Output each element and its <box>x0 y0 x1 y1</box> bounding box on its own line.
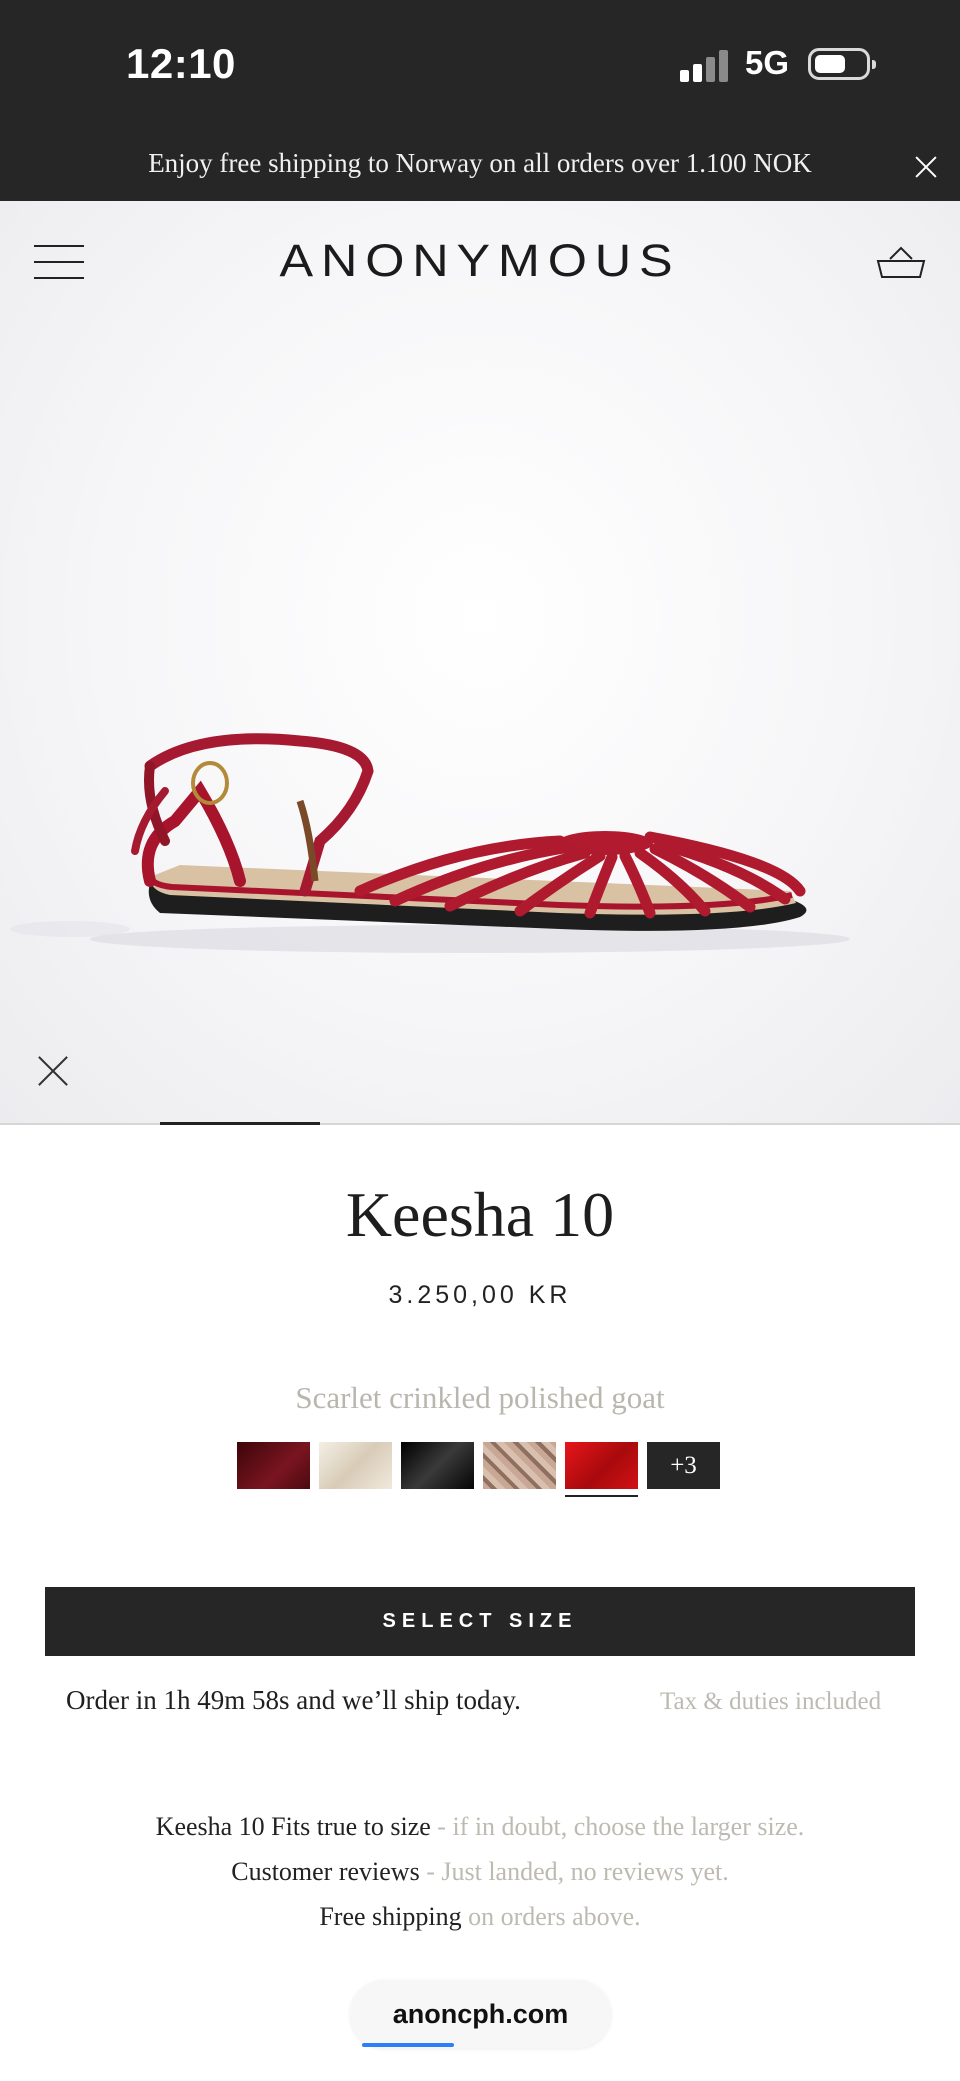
announcement-text: Enjoy free shipping to Norway on all ord… <box>148 148 812 178</box>
swatch-cream[interactable] <box>319 1442 392 1489</box>
ship-countdown: Order in 1h 49m 58s and we’ll ship today… <box>66 1685 521 1715</box>
product-price: 3.250,00 KR <box>388 1281 572 1309</box>
carousel-indicator[interactable] <box>160 1122 320 1125</box>
browser-url-bar[interactable]: anoncph.com <box>350 1980 611 2048</box>
shipping-note: on orders above. <box>461 1902 641 1931</box>
brand-logo[interactable]: ANONYMOUS <box>0 235 960 287</box>
shipping-label: Free shipping <box>319 1902 462 1931</box>
variant-name: Scarlet crinkled polished goat <box>295 1380 665 1415</box>
tax-note: Tax & duties included <box>660 1688 882 1715</box>
network-label: 5G <box>745 44 790 81</box>
product-title: Keesha 10 <box>345 1179 615 1250</box>
signal-icon <box>680 48 732 82</box>
reviews-note: - Just landed, no reviews yet. <box>419 1857 729 1886</box>
page-load-progress <box>362 2043 454 2047</box>
cart-icon[interactable] <box>876 245 926 279</box>
sandal-illustration <box>10 733 850 953</box>
shipping-info: Free shipping on orders above. <box>0 1902 960 1932</box>
battery-icon <box>808 48 876 80</box>
site-header: ANONYMOUS <box>0 201 960 318</box>
color-swatches: +3 <box>237 1442 720 1497</box>
swatch-black[interactable] <box>401 1442 474 1489</box>
carousel-track <box>0 1123 960 1125</box>
product-image[interactable] <box>0 201 960 1125</box>
reviews-label: Customer reviews <box>231 1857 420 1886</box>
swatch-burgundy[interactable] <box>237 1442 310 1489</box>
fit-label: Keesha 10 Fits true to size <box>155 1812 431 1841</box>
fit-info: Keesha 10 Fits true to size - if in doub… <box>0 1812 960 1842</box>
announcement-bar: Enjoy free shipping to Norway on all ord… <box>0 130 960 201</box>
status-time: 12:10 <box>126 40 236 87</box>
swatch-scarlet[interactable] <box>565 1442 638 1497</box>
swatch-snake-print[interactable] <box>483 1442 556 1489</box>
reviews-info[interactable]: Customer reviews - Just landed, no revie… <box>0 1857 960 1887</box>
select-size-button[interactable]: SELECT SIZE <box>45 1587 915 1656</box>
status-bar: 12:10 5G <box>0 0 960 130</box>
more-swatches-button[interactable]: +3 <box>647 1442 720 1489</box>
fit-note: - if in doubt, choose the larger size. <box>430 1812 805 1841</box>
close-announcement-icon[interactable] <box>915 156 937 178</box>
close-zoom-icon[interactable] <box>38 1056 68 1086</box>
